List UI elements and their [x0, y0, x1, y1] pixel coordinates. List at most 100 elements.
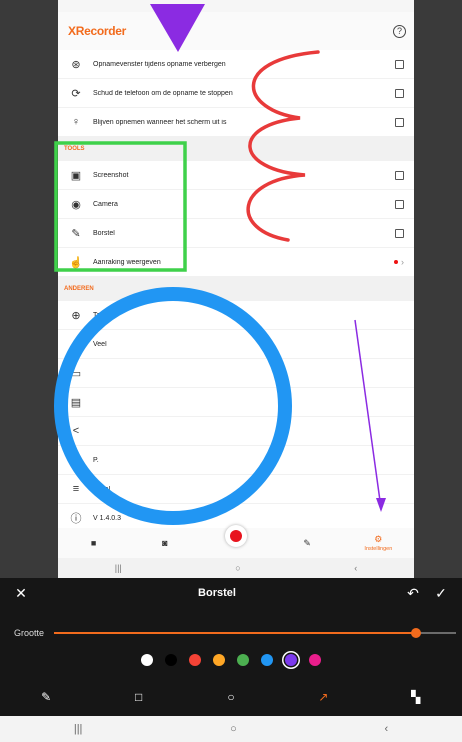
tools-row-screenshot[interactable]: ▣ Screenshot: [58, 161, 414, 190]
brush-icon[interactable]: ✎: [31, 690, 61, 704]
eye-off-icon: ⊛: [71, 58, 81, 71]
brush-toolbar-title: Borstel: [198, 587, 236, 599]
chevron-right-icon: ›: [394, 257, 404, 267]
others-row-document[interactable]: ▤: [58, 388, 414, 417]
row-label: Schud de telefoon om de opname te stoppe…: [93, 89, 233, 97]
section-header-tools: TOOLS: [64, 146, 85, 152]
row-label: Camera: [93, 200, 118, 208]
size-slider[interactable]: [54, 628, 456, 638]
row-label: Aanraking weergeven: [93, 258, 161, 266]
others-row-feedback[interactable]: ▭: [58, 359, 414, 388]
checkbox[interactable]: [395, 59, 404, 69]
settings-row-hide-window[interactable]: ⊛ Opnamevenster tijdens opname verbergen: [58, 50, 414, 79]
row-label: Opnamevenster tijdens opname verbergen: [93, 60, 226, 68]
others-row-share[interactable]: <: [58, 417, 414, 446]
back-icon: ‹: [354, 563, 358, 573]
home-button[interactable]: ○: [230, 723, 237, 735]
tools-row-brush[interactable]: ✎ Borstel: [58, 219, 414, 248]
row-label: Screenshot: [93, 171, 129, 179]
tools-row-touch[interactable]: ☝ Aanraking weergeven ›: [58, 248, 414, 277]
nav-edit[interactable]: ✎: [277, 538, 337, 549]
color-swatch[interactable]: [213, 654, 225, 666]
version-label: V 1.4.0.3: [93, 514, 122, 522]
shake-phone-icon: ⟳: [71, 87, 81, 100]
left-dim-area: [0, 0, 58, 578]
row-label: P.: [93, 456, 99, 464]
inner-system-nav: ||| ○ ‹: [58, 558, 414, 578]
video-icon: ■: [90, 538, 97, 548]
nav-settings-label: Instellingen: [364, 546, 393, 552]
settings-row-shake-stop[interactable]: ⟳ Schud de telefoon om de opname te stop…: [58, 79, 414, 108]
pencil-icon: ✎: [303, 537, 311, 548]
back-button[interactable]: ‹: [384, 723, 388, 735]
brush-icon: ✎: [71, 227, 81, 240]
brush-toolbar-header: ✕ Borstel ↶ ✓: [0, 578, 462, 608]
home-icon: ○: [235, 563, 241, 573]
chat-icon: ▭: [70, 367, 82, 380]
nav-screenshots[interactable]: ◙: [135, 538, 195, 548]
row-label: Borstel: [93, 229, 115, 237]
tools-row-camera[interactable]: ◉ Camera: [58, 190, 414, 219]
check-icon[interactable]: ✓: [432, 585, 450, 602]
share-icon: <: [72, 425, 80, 437]
checkbox[interactable]: [395, 117, 404, 127]
camera-icon: ◙: [162, 538, 168, 548]
checkbox[interactable]: [395, 88, 404, 98]
nav-settings[interactable]: ⚙ Instellingen: [348, 534, 408, 552]
mosaic-icon[interactable]: ▚: [401, 690, 431, 704]
shape-tools: ✎ □ ○ ↗ ▚: [0, 688, 462, 706]
gear-icon: ⚙: [374, 534, 383, 544]
row-label: Legal: [93, 485, 111, 493]
settings-row-screen-off[interactable]: ♀ Blijven opnemen wanneer het scherm uit…: [58, 108, 414, 137]
globe-icon: ⊕: [71, 309, 81, 322]
recorded-screen: XRecorder ? ⊛ Opnamevenster tijdens opna…: [58, 0, 414, 578]
status-bar: [58, 0, 414, 12]
square-icon[interactable]: □: [124, 690, 154, 704]
undo-icon[interactable]: ↶: [404, 585, 422, 602]
row-label: Taal: [93, 311, 106, 319]
color-swatch[interactable]: [189, 654, 201, 666]
bottom-navigation: ■ ◙ ✎ ⚙ Instellingen: [58, 525, 414, 558]
legal-icon: ≡: [72, 483, 80, 495]
row-label: Blijven opnemen wanneer het scherm uit i…: [93, 118, 227, 126]
checkbox[interactable]: [395, 228, 404, 238]
size-row: Grootte: [0, 623, 462, 643]
nav-videos[interactable]: ■: [64, 538, 124, 548]
size-slider-thumb[interactable]: [410, 628, 421, 638]
checkbox[interactable]: [395, 199, 404, 209]
others-row-legal[interactable]: ≡ Legal: [58, 475, 414, 504]
color-swatch[interactable]: [261, 654, 273, 666]
circle-icon[interactable]: ○: [216, 690, 246, 704]
checkbox[interactable]: [395, 170, 404, 180]
others-row-privacy[interactable]: ⊘ P.: [58, 446, 414, 475]
brush-toolbar: ✕ Borstel ↶ ✓ Grootte ✎ □ ○ ↗ ▚ ||| ○ ‹: [0, 578, 462, 742]
recents-button[interactable]: |||: [74, 723, 83, 735]
color-swatch[interactable]: [309, 654, 321, 666]
section-header-others: ANDEREN: [64, 286, 94, 292]
camera-screenshot-icon: ▣: [70, 169, 82, 182]
color-swatch[interactable]: [165, 654, 177, 666]
recents-icon: |||: [114, 563, 122, 573]
others-row-language[interactable]: ⊕ Taal: [58, 301, 414, 330]
color-palette: [0, 654, 462, 670]
touch-icon: ☝: [69, 256, 83, 269]
app-logo: XRecorder: [68, 24, 126, 38]
webcam-icon: ◉: [71, 198, 81, 211]
document-icon: ▤: [70, 396, 82, 409]
visibility-icon: ⊘: [71, 454, 81, 467]
size-slider-fill: [54, 632, 416, 634]
nav-record[interactable]: [206, 525, 266, 547]
help-circle-icon[interactable]: ?: [393, 24, 406, 38]
size-label: Grootte: [14, 628, 45, 638]
others-row-faq[interactable]: Veel: [58, 330, 414, 359]
close-icon[interactable]: ✕: [12, 585, 30, 602]
color-swatch[interactable]: [285, 654, 297, 666]
app-bar: XRecorder ?: [58, 12, 414, 50]
color-swatch[interactable]: [237, 654, 249, 666]
arrow-icon[interactable]: ↗: [308, 690, 338, 704]
bulb-icon: ♀: [71, 116, 81, 128]
color-swatch[interactable]: [141, 654, 153, 666]
system-navigation-bar: ||| ○ ‹: [0, 716, 462, 742]
record-icon: [224, 525, 247, 547]
row-label: Veel: [93, 340, 107, 348]
